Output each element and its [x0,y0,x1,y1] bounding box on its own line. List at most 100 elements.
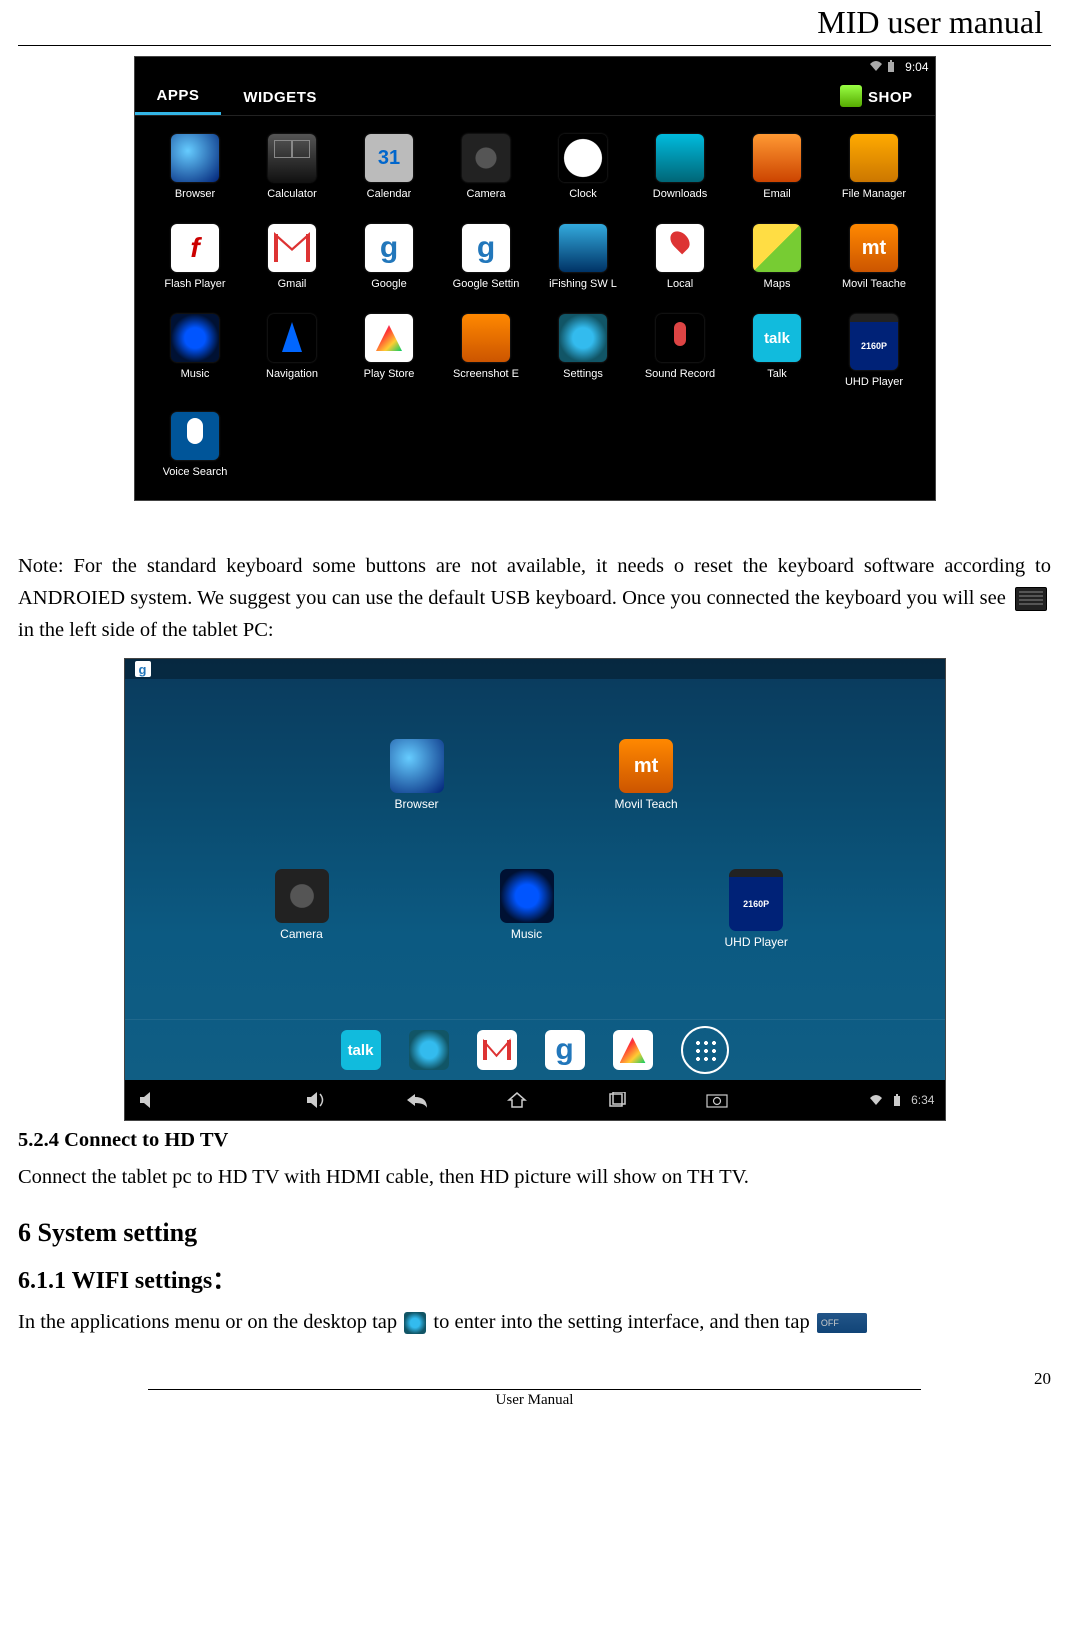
flash-icon: f [171,224,219,272]
google-status-icon: g [135,661,151,677]
section-6-heading: 6 System setting [18,1218,1051,1248]
volume-up-icon[interactable] [302,1088,332,1112]
fav-gmail-icon[interactable] [477,1030,517,1070]
app-browser[interactable]: Browser [147,134,244,200]
volume-down-icon[interactable] [125,1088,165,1112]
tab-apps[interactable]: APPS [135,77,222,115]
all-apps-button[interactable] [681,1026,729,1074]
app-label: UHD Player [845,376,903,388]
battery-icon [887,60,895,75]
pstore-icon [365,314,413,362]
app-camera[interactable]: Camera [438,134,535,200]
app-sound-record[interactable]: Sound Record [632,314,729,388]
footer-rule [148,1389,921,1390]
app-label: Email [763,188,791,200]
cal31-icon: 31 [365,134,413,182]
nav-icon [268,314,316,362]
app-label: Play Store [364,368,415,380]
nav-right-cluster: 6:34 [869,1093,944,1107]
app-label: Downloads [653,188,707,200]
app-label: Voice Search [163,466,228,478]
app-email[interactable]: Email [729,134,826,200]
note-text-before: Note: For the standard keyboard some but… [18,555,1051,609]
home-app-label: Music [511,927,542,941]
gmail-icon [268,224,316,272]
uhd-icon: 2160P [850,314,898,370]
google-icon: g [365,224,413,272]
app-label: Clock [569,188,597,200]
recent-icon[interactable] [602,1088,632,1112]
sshot-icon [462,314,510,362]
home-app-uhd-player[interactable]: 2160PUHD Player [725,869,788,949]
gset-icon: g [462,224,510,272]
app-label: Browser [175,188,215,200]
app-movil-teache[interactable]: mt Movil Teache [826,224,923,290]
wifi-body-before: In the applications menu or on the deskt… [18,1311,402,1333]
section-6-1-1-body: In the applications menu or on the deskt… [18,1307,1051,1339]
fish-icon [559,224,607,272]
app-calendar[interactable]: 31Calendar [341,134,438,200]
back-icon[interactable] [402,1088,432,1112]
home-app-browser[interactable]: Browser [390,739,444,811]
app-label: Flash Player [164,278,225,290]
app-label: Google Settin [453,278,520,290]
home-app-camera[interactable]: Camera [275,869,329,941]
app-gmail[interactable]: Gmail [244,224,341,290]
app-google-settin[interactable]: g Google Settin [438,224,535,290]
nav-time: 6:34 [911,1093,934,1107]
app-label: Camera [466,188,505,200]
screenshot-icon[interactable] [702,1088,732,1112]
battery-icon [893,1094,901,1106]
tab-widgets[interactable]: WIDGETS [221,79,339,114]
shop-button[interactable]: SHOP [868,79,935,114]
fav-pstore-icon[interactable] [613,1030,653,1070]
app-label: Google [371,278,406,290]
music-icon [500,869,554,923]
app-label: Talk [767,368,787,380]
calc-icon [268,134,316,182]
home-app-label: Movil Teach [615,797,678,811]
app-voice-search[interactable]: Voice Search [147,412,244,478]
home-app-movil-teach[interactable]: mt Movil Teach [615,739,678,811]
note-paragraph: Note: For the standard keyboard some but… [18,551,1051,646]
app-uhd-player[interactable]: 2160P UHD Player [826,314,923,388]
app-label: Movil Teache [842,278,906,290]
fav-settng-icon[interactable] [409,1030,449,1070]
app-google[interactable]: g Google [341,224,438,290]
fav-talk-icon[interactable]: talk [341,1030,381,1070]
app-calculator[interactable]: Calculator [244,134,341,200]
local-icon [656,224,704,272]
settings-inline-icon [404,1312,426,1334]
wifi-icon [869,1094,883,1106]
app-local[interactable]: Local [632,224,729,290]
fav-gset-icon[interactable]: g [545,1030,585,1070]
nav-bar: 6:34 [125,1080,945,1120]
app-downloads[interactable]: Downloads [632,134,729,200]
home-app-music[interactable]: Music [500,869,554,941]
wifi-icon [869,60,883,75]
fmgr-icon [850,134,898,182]
app-label: Gmail [278,278,307,290]
app-talk[interactable]: talkTalk [729,314,826,388]
mt-icon: mt [619,739,673,793]
keyboard-icon [1015,587,1047,611]
app-music[interactable]: Music [147,314,244,388]
app-ifishing-sw-l[interactable]: iFishing SW L [535,224,632,290]
app-label: Sound Record [645,368,715,380]
app-file-manager[interactable]: File Manager [826,134,923,200]
home-icon[interactable] [502,1088,532,1112]
app-flash-player[interactable]: f Flash Player [147,224,244,290]
app-settings[interactable]: Settings [535,314,632,388]
mt-icon: mt [850,224,898,272]
app-clock[interactable]: Clock [535,134,632,200]
clock-icon [559,134,607,182]
settng-icon [559,314,607,362]
app-maps[interactable]: Maps [729,224,826,290]
home-grid: Browser mt Movil Teach Camera Music 2160PUHD … [125,679,945,1019]
section-5-2-4-heading: 5.2.4 Connect to HD TV [18,1129,1051,1152]
camera-icon [275,869,329,923]
app-play-store[interactable]: Play Store [341,314,438,388]
app-screenshot-e[interactable]: Screenshot E [438,314,535,388]
app-navigation[interactable]: Navigation [244,314,341,388]
shop-icon[interactable] [840,85,862,107]
